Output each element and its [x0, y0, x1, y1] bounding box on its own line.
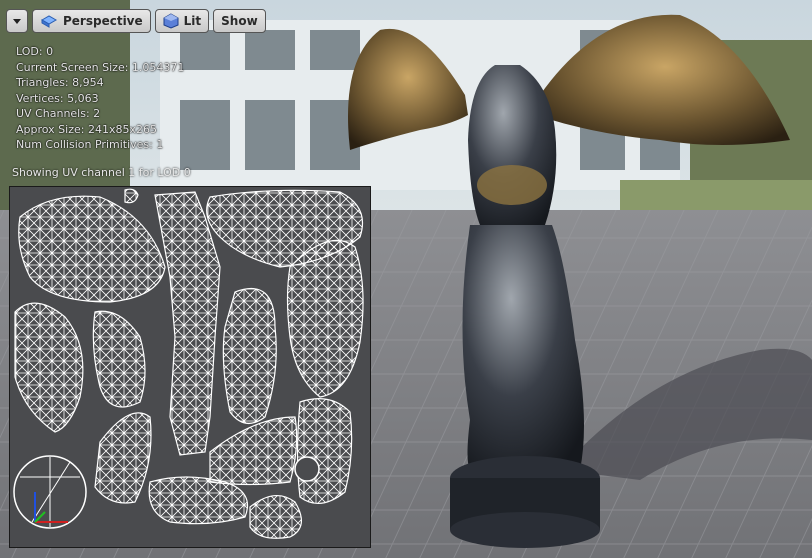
- lit-sphere-icon: [163, 13, 179, 29]
- mesh-stats-overlay: LOD: 0 Current Screen Size: 1.054371 Tri…: [16, 44, 184, 153]
- lit-label: Lit: [183, 14, 202, 28]
- stat-collision-primitives: Num Collision Primitives: 1: [16, 138, 164, 151]
- stat-lod: LOD: 0: [16, 45, 54, 58]
- viewport-toolbar: Perspective Lit Show: [6, 9, 266, 33]
- stat-approx-size: Approx Size: 241x85x265: [16, 122, 157, 136]
- show-button[interactable]: Show: [213, 9, 266, 33]
- stat-vertices: Vertices: 5,063: [16, 91, 99, 105]
- show-label: Show: [221, 14, 258, 28]
- lit-button[interactable]: Lit: [154, 9, 210, 33]
- axis-gizmo: [13, 455, 87, 529]
- uv-wireframe: [13, 188, 364, 539]
- perspective-label: Perspective: [63, 14, 143, 28]
- stat-screen-size: Current Screen Size: 1.054371: [16, 60, 185, 74]
- perspective-cube-icon: [40, 15, 58, 28]
- chevron-down-icon: [13, 18, 21, 24]
- uv-caption: Showing UV channel 1 for LOD 0: [12, 166, 191, 179]
- uv-layout-panel: [9, 186, 371, 548]
- editor-viewport[interactable]: Perspective Lit Show LOD: 0 Current Scre…: [0, 0, 812, 558]
- perspective-button[interactable]: Perspective: [32, 9, 151, 33]
- stat-triangles: Triangles: 8,954: [16, 76, 104, 89]
- viewport-options-dropdown[interactable]: [6, 9, 28, 33]
- stat-uv-channels: UV Channels: 2: [16, 107, 101, 120]
